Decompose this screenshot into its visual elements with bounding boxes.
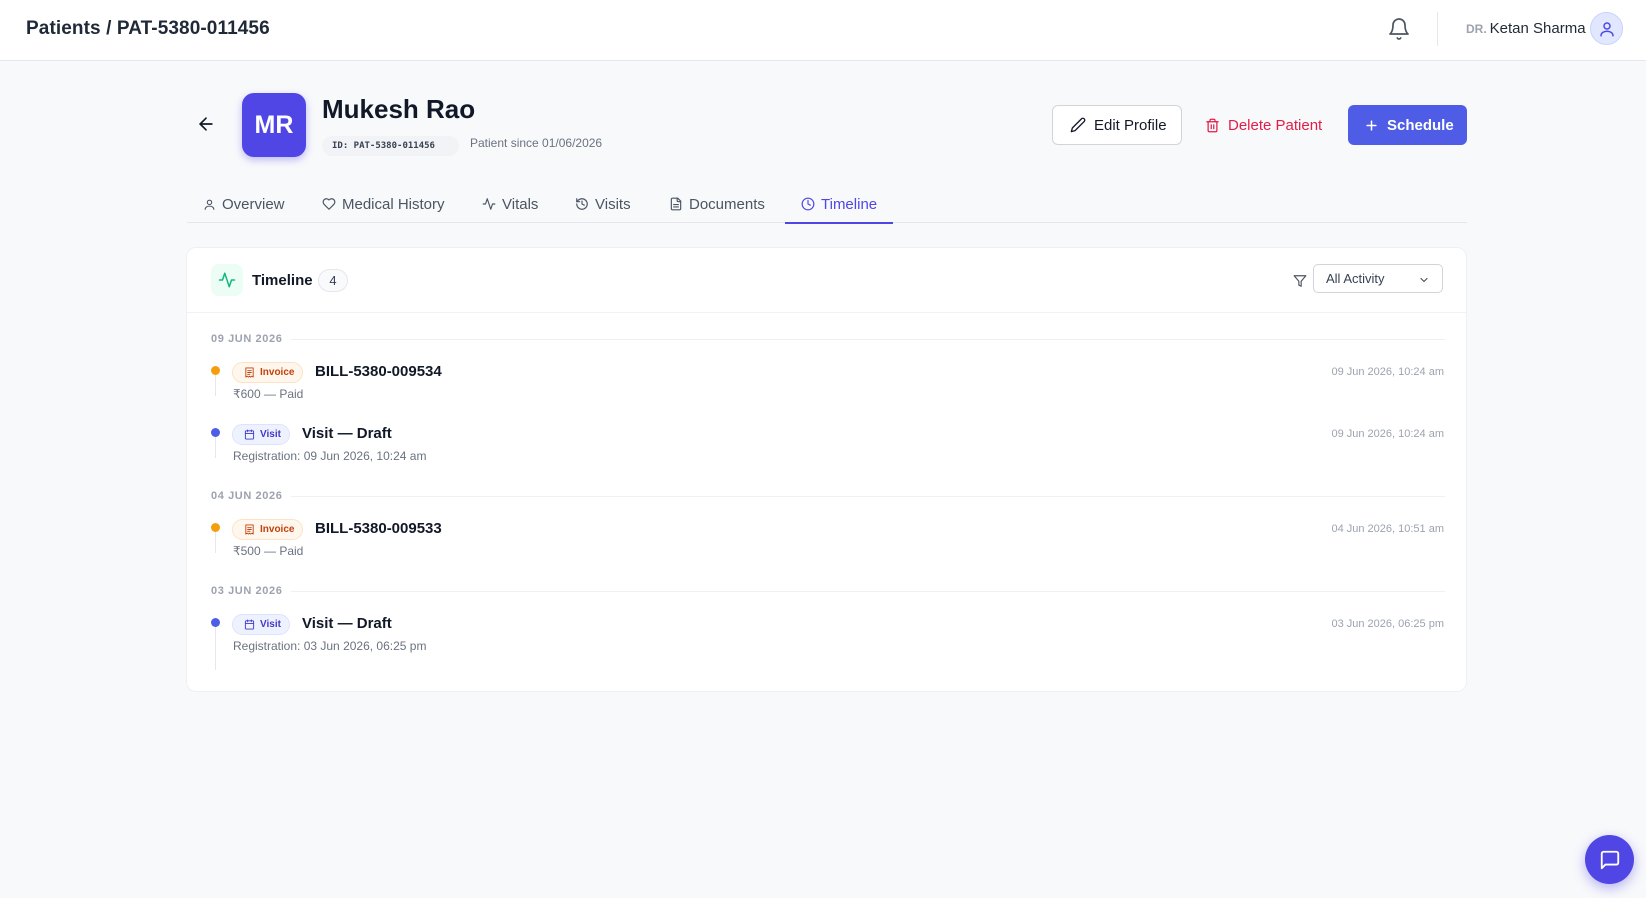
top-bar: Patients / PAT-5380-011456 DR. Ketan Shar… — [0, 0, 1646, 61]
timeline-dot — [211, 523, 220, 532]
timeline-dot — [211, 618, 220, 627]
tab-label: Medical History — [342, 195, 445, 213]
bell-icon[interactable] — [1387, 17, 1411, 41]
invoice-badge: Invoice — [232, 519, 304, 540]
delete-patient-button[interactable]: Delete Patient — [1195, 105, 1335, 145]
chat-icon — [1600, 850, 1619, 869]
timeline-title: Timeline — [252, 272, 313, 289]
event-subtitle: ₹500 — Paid — [233, 544, 304, 558]
tab-timeline[interactable]: Timeline — [784, 185, 894, 224]
activity-filter-value: All Activity — [1326, 271, 1385, 286]
plus-icon — [1366, 119, 1377, 131]
event-timestamp: 04 Jun 2026, 10:51 am — [1331, 523, 1444, 535]
user-avatar[interactable] — [1590, 12, 1623, 45]
tab-label: Vitals — [502, 195, 539, 213]
tab-label: Timeline — [821, 195, 878, 213]
event-type-label: Visit — [260, 619, 281, 630]
header-divider — [1437, 12, 1438, 46]
event-timestamp: 03 Jun 2026, 06:25 pm — [1331, 618, 1444, 630]
timeline-card: Timeline 4 All Activity 09 JUN 2026 Invo… — [186, 247, 1467, 692]
visit-badge: Visit — [232, 614, 290, 635]
trash-icon — [1206, 118, 1219, 132]
tab-label: Visits — [595, 195, 631, 213]
tab-vitals[interactable]: Vitals — [482, 185, 538, 223]
timeline-date-group: 04 JUN 2026 — [211, 490, 1445, 506]
schedule-button[interactable]: Schedule — [1348, 105, 1467, 145]
user-name[interactable]: DR. Ketan Sharma — [1466, 20, 1586, 37]
back-arrow-icon[interactable] — [196, 114, 216, 134]
date-group-label: 09 JUN 2026 — [211, 333, 289, 345]
delete-patient-label: Delete Patient — [1228, 116, 1323, 134]
timeline-dot — [211, 428, 220, 437]
timeline-card-header: Timeline 4 All Activity — [187, 248, 1466, 313]
date-group-label: 03 JUN 2026 — [211, 585, 289, 597]
receipt-icon — [245, 367, 254, 378]
tab-documents[interactable]: Documents — [669, 185, 765, 223]
clock-icon — [801, 197, 815, 211]
event-timestamp: 09 Jun 2026, 10:24 am — [1331, 366, 1444, 378]
event-title[interactable]: Visit — Draft — [302, 615, 392, 632]
event-timestamp: 09 Jun 2026, 10:24 am — [1331, 428, 1444, 440]
patient-name: Mukesh Rao — [322, 94, 476, 124]
tab-label: Overview — [222, 195, 285, 213]
date-group-divider — [291, 496, 1445, 497]
chevron-down-icon — [1420, 277, 1428, 283]
user-icon — [204, 199, 215, 210]
receipt-icon — [245, 524, 254, 535]
event-type-label: Invoice — [260, 524, 295, 535]
heart-icon — [322, 198, 336, 210]
event-type-label: Invoice — [260, 367, 295, 378]
user-icon — [1599, 21, 1614, 36]
edit-profile-label: Edit Profile — [1094, 116, 1167, 134]
visit-badge: Visit — [232, 424, 290, 445]
event-subtitle: Registration: 03 Jun 2026, 06:25 pm — [233, 639, 427, 653]
tab-label: Documents — [689, 195, 765, 213]
event-subtitle: ₹600 — Paid — [233, 387, 304, 401]
timeline-date-group: 03 JUN 2026 — [211, 585, 1445, 601]
calendar-icon — [244, 619, 255, 630]
edit-profile-button[interactable]: Edit Profile — [1052, 105, 1182, 145]
timeline-count-badge: 4 — [318, 269, 348, 292]
activity-icon — [211, 264, 243, 296]
date-group-divider — [291, 339, 1445, 340]
document-icon — [670, 197, 682, 211]
event-type-label: Visit — [260, 429, 281, 440]
event-title[interactable]: BILL-5380-009534 — [315, 363, 442, 380]
pencil-icon — [1070, 117, 1086, 133]
calendar-icon — [244, 429, 255, 440]
timeline-date-group: 09 JUN 2026 — [211, 333, 1445, 349]
date-group-label: 04 JUN 2026 — [211, 490, 289, 502]
user-name-label: Ketan Sharma — [1489, 20, 1586, 37]
filter-icon — [1293, 274, 1307, 288]
activity-filter-select[interactable]: All Activity — [1313, 264, 1443, 293]
tab-visits[interactable]: Visits — [575, 185, 631, 223]
tab-bar: Overview Medical History Vitals Visits D… — [187, 185, 1467, 224]
patient-avatar: MR — [242, 93, 306, 157]
timeline-connector — [215, 620, 216, 670]
event-subtitle: Registration: 09 Jun 2026, 10:24 am — [233, 449, 427, 463]
patient-id-badge: ID: PAT-5380-011456 — [322, 136, 459, 156]
event-title[interactable]: BILL-5380-009533 — [315, 520, 442, 537]
schedule-label: Schedule — [1387, 116, 1454, 134]
date-group-divider — [291, 591, 1445, 592]
tab-overview[interactable]: Overview — [203, 185, 285, 223]
timeline-dot — [211, 366, 220, 375]
user-prefix: DR. — [1466, 22, 1487, 36]
patient-since: Patient since 01/06/2026 — [470, 136, 603, 150]
event-title[interactable]: Visit — Draft — [302, 425, 392, 442]
invoice-badge: Invoice — [232, 362, 304, 383]
history-icon — [576, 198, 588, 210]
tab-medical-history[interactable]: Medical History — [322, 185, 445, 223]
activity-icon — [482, 198, 496, 210]
chat-button[interactable] — [1585, 835, 1634, 884]
breadcrumb: Patients / PAT-5380-011456 — [26, 18, 270, 39]
